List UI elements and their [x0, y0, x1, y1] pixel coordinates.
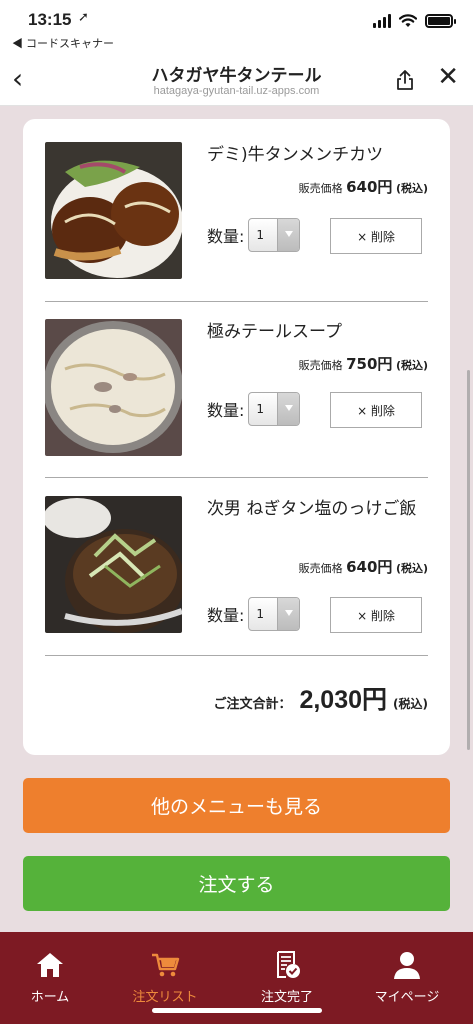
wifi-icon: [399, 14, 417, 27]
home-icon: [37, 953, 63, 977]
cart-item: 極みテールスープ 販売価格 750円 (税込) 数量: 1 × 削除: [45, 319, 428, 456]
tab-order-complete[interactable]: 注文完了: [228, 950, 346, 1005]
tab-my-page[interactable]: マイページ: [348, 950, 466, 1005]
divider: [45, 655, 428, 656]
quantity-select[interactable]: 1: [248, 597, 301, 631]
cart-item: 次男 ねぎタン塩のっけご飯 販売価格 640円 (税込) 数量: 1 × 削除: [45, 496, 428, 636]
quantity-row: 数量: 1: [207, 597, 301, 631]
cart-card: デミ)牛タンメンチカツ 販売価格 640円 (税込) 数量: 1 × 削除 極み…: [23, 119, 450, 755]
chevron-down-icon: [277, 219, 300, 251]
back-to-app-link[interactable]: ◀ コードスキャナー: [12, 35, 114, 51]
total-label: ご注文合計：: [213, 697, 292, 712]
quantity-label: 数量:: [207, 606, 245, 625]
share-icon[interactable]: [393, 68, 417, 92]
delete-button[interactable]: × 削除: [330, 392, 422, 428]
home-indicator: [152, 1008, 322, 1013]
food-photo-tail-soup: [45, 319, 182, 456]
quantity-value: 1: [256, 402, 265, 416]
delete-button[interactable]: × 削除: [330, 597, 422, 633]
location-arrow-icon: ➚: [78, 10, 89, 25]
item-price: 販売価格 640円 (税込): [299, 556, 428, 577]
tab-label: ホーム: [30, 990, 70, 1005]
item-price: 販売価格 640円 (税込): [299, 176, 428, 197]
item-price: 販売価格 750円 (税込): [299, 353, 428, 374]
divider: [45, 477, 428, 478]
receipt-check-icon: [277, 951, 300, 978]
price-value: 640円: [346, 178, 393, 196]
close-icon[interactable]: ✕: [437, 62, 459, 92]
system-icons: [373, 14, 456, 28]
browser-nav-bar: ‹ ハタガヤ牛タンテール hatagaya-gyutan-tail.uz-app…: [0, 54, 473, 106]
tab-order-list[interactable]: 注文リスト: [106, 950, 224, 1005]
tax-label: (税込): [395, 562, 428, 575]
quantity-value: 1: [256, 228, 265, 242]
price-value: 640円: [346, 558, 393, 576]
price-label: 販売価格: [298, 359, 343, 372]
chevron-down-icon: [277, 393, 300, 425]
battery-icon: [425, 14, 456, 28]
quantity-select[interactable]: 1: [248, 392, 301, 426]
tab-label: マイページ: [374, 990, 440, 1005]
cellular-signal-icon: [373, 14, 391, 28]
divider: [45, 301, 428, 302]
scrollbar[interactable]: [467, 370, 470, 750]
food-photo-menchi-katsu: [45, 142, 182, 279]
place-order-button[interactable]: 注文する: [23, 856, 450, 911]
quantity-value: 1: [256, 607, 265, 621]
status-time: 13:15: [28, 10, 72, 29]
user-icon: [394, 952, 420, 979]
quantity-row: 数量: 1: [207, 392, 301, 426]
quantity-label: 数量:: [207, 227, 245, 246]
price-label: 販売価格: [298, 182, 343, 195]
item-name: デミ)牛タンメンチカツ: [207, 145, 384, 165]
cart-item: デミ)牛タンメンチカツ 販売価格 640円 (税込) 数量: 1 × 削除: [45, 142, 428, 279]
quantity-row: 数量: 1: [207, 218, 301, 252]
quantity-label: 数量:: [207, 401, 245, 420]
status-bar: 13:15 ➚ ◀ コードスキャナー: [0, 0, 473, 54]
chevron-down-icon: [277, 598, 300, 630]
tax-label: (税込): [395, 359, 428, 372]
item-name: 極みテールスープ: [207, 322, 342, 342]
tax-label: (税込): [395, 182, 428, 195]
total-tax-label: (税込): [393, 697, 428, 711]
tab-label: 注文完了: [260, 990, 313, 1005]
order-total: ご注文合計： 2,030円 (税込): [213, 680, 428, 716]
cart-icon: [152, 953, 180, 977]
see-more-menu-button[interactable]: 他のメニューも見る: [23, 778, 450, 833]
price-label: 販売価格: [298, 562, 343, 575]
item-name: 次男 ねぎタン塩のっけご飯: [207, 499, 417, 519]
delete-button[interactable]: × 削除: [330, 218, 422, 254]
price-value: 750円: [346, 355, 393, 373]
tab-home[interactable]: ホーム: [0, 950, 109, 1005]
tab-label: 注文リスト: [132, 990, 198, 1005]
food-photo-negi-tan-rice: [45, 496, 182, 633]
quantity-select[interactable]: 1: [248, 218, 301, 252]
total-value: 2,030円: [299, 686, 388, 714]
